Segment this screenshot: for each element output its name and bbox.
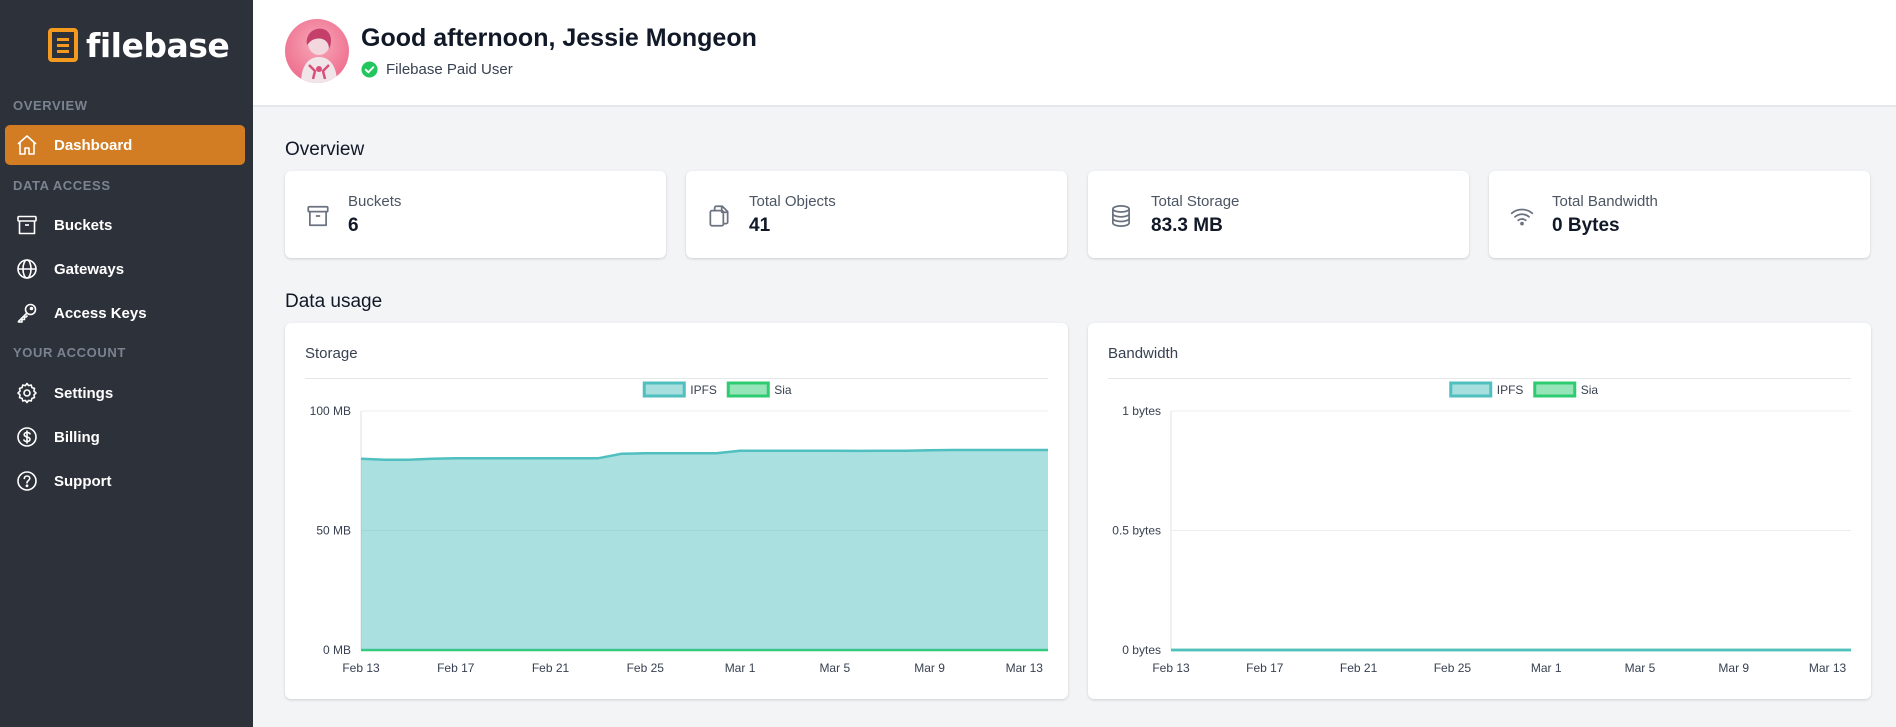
storage-chart: 100 MB 50 MB 0 MB Feb 13 Feb 17 Feb 21 Feb 25 M…: [310, 381, 1048, 675]
stat-card-total-objects[interactable]: Total Objects 41: [686, 171, 1067, 258]
sidebar-item-label: Billing: [54, 428, 100, 446]
y-tick-label: 0 bytes: [1122, 643, 1161, 657]
account-status: Filebase Paid User: [361, 61, 513, 78]
archive-icon: [307, 205, 329, 227]
legend-swatch-ipfs: [642, 381, 686, 398]
account-status-label: Filebase Paid User: [386, 61, 513, 78]
database-icon: [1112, 205, 1130, 227]
series-area-ipfs: [361, 450, 1048, 650]
sidebar-item-label: Settings: [54, 384, 114, 402]
stat-label: Total Storage: [1151, 193, 1240, 210]
avatar[interactable]: [285, 19, 349, 83]
question-circle-icon: [17, 471, 37, 491]
bandwidth-chart: 1 bytes 0.5 bytes 0 bytes Feb 13 Feb 17 Feb 2…: [1112, 381, 1851, 675]
x-tick-label: Feb 25: [627, 661, 665, 675]
x-tick-label: Feb 13: [342, 661, 380, 675]
x-tick-label: Feb 17: [1246, 661, 1284, 675]
x-tick-label: Feb 13: [1152, 661, 1190, 675]
x-tick-label: Feb 21: [1340, 661, 1378, 675]
sidebar: filebase OVERVIEW Dashboard DATA ACCESS …: [0, 0, 253, 727]
y-tick-label: 100 MB: [310, 404, 351, 418]
sidebar-item-label: Access Keys: [54, 304, 147, 322]
copy-icon: [709, 205, 729, 227]
stat-label: Total Bandwidth: [1552, 193, 1658, 210]
key-icon: [17, 303, 37, 323]
y-tick-label: 50 MB: [316, 524, 351, 538]
sidebar-item-buckets[interactable]: Buckets: [5, 205, 245, 245]
data-usage-heading: Data usage: [285, 291, 383, 312]
gear-icon: [17, 382, 37, 404]
x-tick-label: Mar 13: [1809, 661, 1847, 675]
sidebar-item-gateways[interactable]: Gateways: [5, 249, 245, 289]
greeting-title: Good afternoon, Jessie Mongeon: [361, 24, 757, 52]
check-circle-icon: [361, 61, 378, 78]
legend-swatch-sia: [726, 381, 770, 398]
stat-card-buckets[interactable]: Buckets 6: [285, 171, 666, 258]
stat-card-total-storage[interactable]: Total Storage 83.3 MB: [1088, 171, 1469, 258]
storage-chart-card: Storage 100 MB 50 MB 0 MB Feb 13 Feb 17 Feb 2…: [285, 323, 1068, 699]
overview-heading: Overview: [285, 139, 365, 160]
sidebar-item-support[interactable]: Support: [5, 461, 245, 501]
sidebar-item-billing[interactable]: Billing: [5, 417, 245, 457]
y-tick-label: 0.5 bytes: [1112, 524, 1161, 538]
stat-card-total-bandwidth[interactable]: Total Bandwidth 0 Bytes: [1489, 171, 1870, 258]
sidebar-item-access-keys[interactable]: Access Keys: [5, 293, 245, 333]
x-tick-label: Mar 1: [1531, 661, 1562, 675]
globe-icon: [17, 259, 37, 279]
x-tick-label: Mar 5: [1625, 661, 1656, 675]
logo-icon: [48, 28, 78, 62]
stat-value: 0 Bytes: [1552, 215, 1620, 236]
stat-value: 41: [749, 215, 771, 236]
chart-legend: IPFS Sia: [1449, 381, 1599, 398]
wifi-icon: [1510, 208, 1534, 226]
x-tick-label: Mar 13: [1006, 661, 1044, 675]
x-tick-label: Mar 9: [914, 661, 945, 675]
x-tick-label: Mar 5: [819, 661, 850, 675]
stat-value: 83.3 MB: [1151, 215, 1223, 236]
section-label-overview: OVERVIEW: [13, 98, 88, 113]
sidebar-item-label: Gateways: [54, 260, 125, 278]
stat-label: Buckets: [348, 193, 402, 210]
x-tick-label: Feb 25: [1434, 661, 1472, 675]
dollar-circle-icon: [17, 427, 37, 447]
x-tick-label: Mar 1: [725, 661, 756, 675]
legend-swatch-sia: [1533, 381, 1577, 398]
home-icon: [17, 135, 37, 155]
x-tick-label: Mar 9: [1718, 661, 1749, 675]
sidebar-item-label: Support: [54, 472, 112, 490]
avatar-image: [285, 19, 349, 83]
y-tick-label: 1 bytes: [1122, 404, 1161, 418]
chart-legend: IPFS Sia: [642, 381, 792, 398]
legend-label-sia: Sia: [774, 383, 792, 397]
y-tick-label: 0 MB: [323, 643, 351, 657]
sidebar-item-dashboard[interactable]: Dashboard: [5, 125, 245, 165]
legend-swatch-ipfs: [1449, 381, 1493, 398]
stat-label: Total Objects: [749, 193, 836, 210]
sidebar-item-label: Dashboard: [54, 136, 133, 154]
archive-icon: [17, 215, 37, 235]
filebase-logo[interactable]: filebase: [48, 25, 230, 65]
legend-label-ipfs: IPFS: [690, 383, 717, 397]
sidebar-item-settings[interactable]: Settings: [5, 373, 245, 413]
brand-name: filebase: [86, 25, 230, 65]
legend-label-ipfs: IPFS: [1497, 383, 1524, 397]
section-label-data-access: DATA ACCESS: [13, 178, 111, 193]
x-tick-label: Feb 17: [437, 661, 475, 675]
page-header: Good afternoon, Jessie Mongeon Filebase …: [253, 0, 1896, 107]
stat-value: 6: [348, 215, 359, 236]
legend-label-sia: Sia: [1581, 383, 1599, 397]
sidebar-item-label: Buckets: [54, 216, 113, 234]
section-label-your-account: YOUR ACCOUNT: [13, 345, 126, 360]
x-tick-label: Feb 21: [532, 661, 570, 675]
bandwidth-chart-card: Bandwidth 1 bytes 0.5 bytes 0 bytes Feb 13 F…: [1088, 323, 1871, 699]
